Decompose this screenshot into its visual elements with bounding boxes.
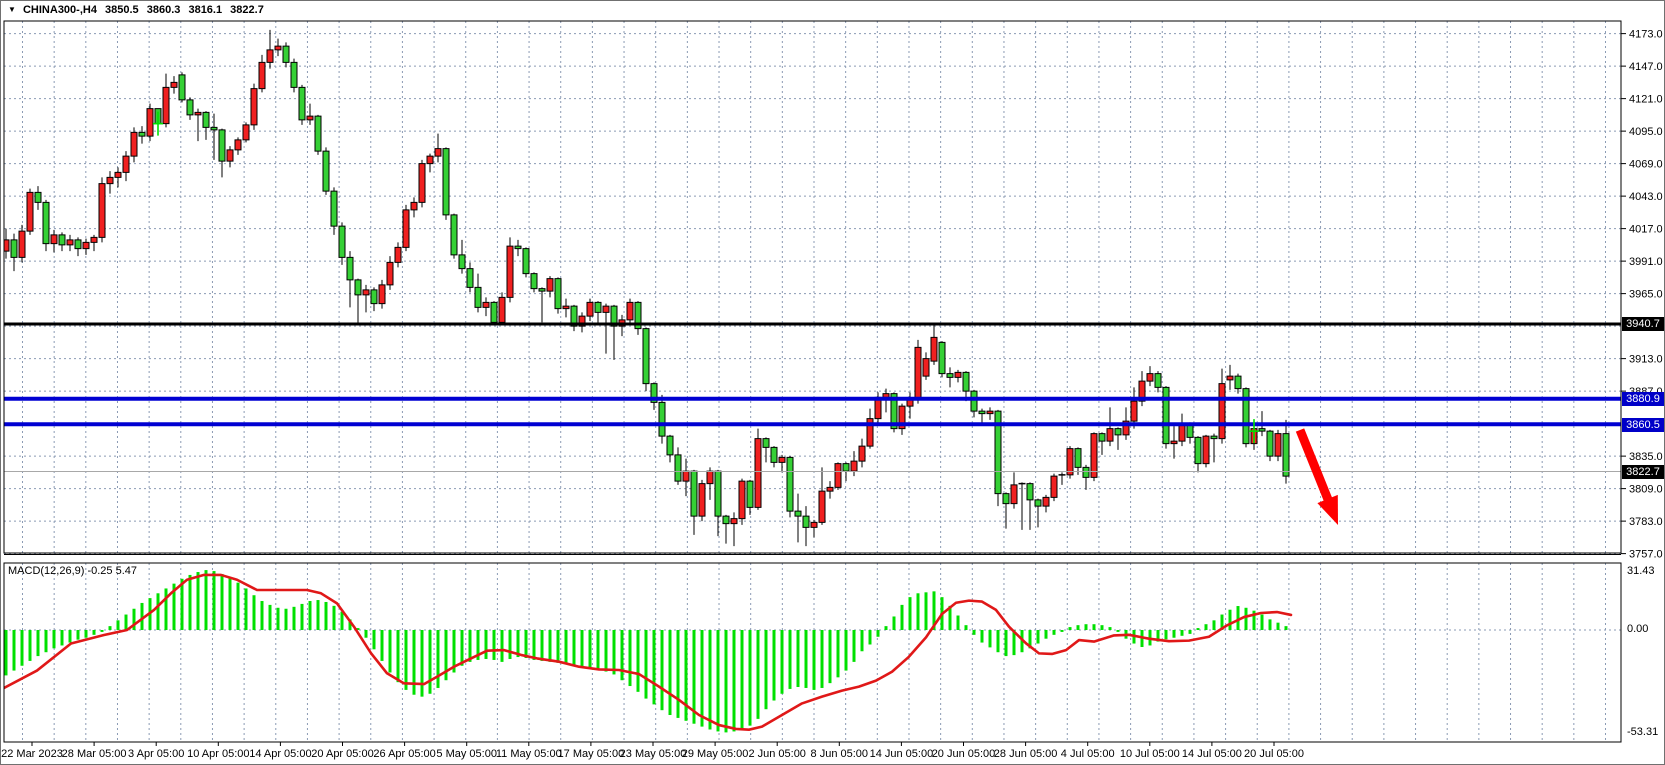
time-axis-label: 3 Apr 05:00 <box>128 748 184 760</box>
ohlc-close-value: 3822.7 <box>230 4 264 16</box>
macd-scale-bottom: -53.31 <box>1627 726 1658 738</box>
time-axis-label: 20 Jun 05:00 <box>932 748 996 760</box>
time-axis-label: 4 Jul 05:00 <box>1061 748 1115 760</box>
time-axis-label: 20 Apr 05:00 <box>311 748 373 760</box>
price-tick-label: 4121.0 <box>1629 94 1663 106</box>
macd-indicator-label: MACD(12,26,9) -0.25 5.47 <box>8 565 137 577</box>
time-axis-label: 5 May 05:00 <box>436 748 497 760</box>
macd-histogram <box>5 570 1288 732</box>
symbol-dropdown-icon[interactable]: ▼ <box>8 5 16 14</box>
time-axis-label: 23 May 05:00 <box>620 748 687 760</box>
price-badge-level-3880: 3880.9 <box>1622 392 1664 406</box>
time-axis-label: 14 Jun 05:00 <box>870 748 934 760</box>
trend-arrow-annotation[interactable] <box>1300 430 1338 525</box>
ohlc-open-value: 3850.5 <box>105 4 139 16</box>
chart-title: ▼ CHINA300-,H4 3850.5 3860.3 3816.1 3822… <box>8 4 264 16</box>
price-badge-current-price: 3822.7 <box>1622 465 1664 479</box>
mt4-chart-window: 4173.0 4147.0 4121.0 4095.0 4069.0 4043.0 4017… <box>0 0 1665 765</box>
price-tick-label: 3783.0 <box>1629 516 1663 528</box>
price-tick-label: 4017.0 <box>1629 224 1663 236</box>
macd-scale-top: 31.43 <box>1627 565 1655 577</box>
price-axis: 4173.0 4147.0 4121.0 4095.0 4069.0 4043.0 4017… <box>1621 29 1663 561</box>
price-tick-label: 4147.0 <box>1629 61 1663 73</box>
symbol-label: CHINA300-,H4 <box>23 4 97 16</box>
time-axis-label: 26 Apr 05:00 <box>373 748 435 760</box>
macd-scale-zero: 0.00 <box>1627 623 1648 635</box>
candlestick-series[interactable] <box>3 30 1289 546</box>
price-tick-label: 4069.0 <box>1629 159 1663 171</box>
price-badge-level-3940: 3940.7 <box>1622 317 1664 331</box>
price-tick-label: 3835.0 <box>1629 451 1663 463</box>
time-axis-label: 20 Jul 05:00 <box>1244 748 1304 760</box>
time-axis-label: 2 Jun 05:00 <box>748 748 806 760</box>
price-badge-level-3860: 3860.5 <box>1622 418 1664 432</box>
price-tick-label: 4095.0 <box>1629 126 1663 138</box>
price-tick-label: 4043.0 <box>1629 191 1663 203</box>
price-tick-label: 4173.0 <box>1629 29 1663 41</box>
time-axis-label: 17 May 05:00 <box>558 748 625 760</box>
time-axis-label: 10 Jul 05:00 <box>1120 748 1180 760</box>
price-tick-label: 3757.0 <box>1629 549 1663 561</box>
price-tick-label: 3913.0 <box>1629 354 1663 366</box>
time-axis-label: 28 Jun 05:00 <box>994 748 1058 760</box>
time-axis-label: 14 Jul 05:00 <box>1182 748 1242 760</box>
time-axis-label: 22 Mar 2023 <box>1 748 63 760</box>
time-axis-label: 14 Apr 05:00 <box>249 748 311 760</box>
price-tick-label: 3809.0 <box>1629 484 1663 496</box>
time-axis: 22 Mar 202328 Mar 05:003 Apr 05:0010 Apr… <box>1 742 1304 760</box>
price-tick-label: 3991.0 <box>1629 256 1663 268</box>
time-axis-label: 10 Apr 05:00 <box>187 748 249 760</box>
ohlc-low-value: 3816.1 <box>188 4 222 16</box>
time-axis-label: 8 Jun 05:00 <box>811 748 869 760</box>
time-axis-label: 28 Mar 05:00 <box>62 748 127 760</box>
time-axis-label: 11 May 05:00 <box>496 748 562 760</box>
ohlc-high-value: 3860.3 <box>147 4 181 16</box>
price-tick-label: 3965.0 <box>1629 289 1663 301</box>
chart-canvas[interactable]: 4173.0 4147.0 4121.0 4095.0 4069.0 4043.0 4017… <box>1 1 1664 764</box>
time-axis-label: 29 May 05:00 <box>682 748 749 760</box>
